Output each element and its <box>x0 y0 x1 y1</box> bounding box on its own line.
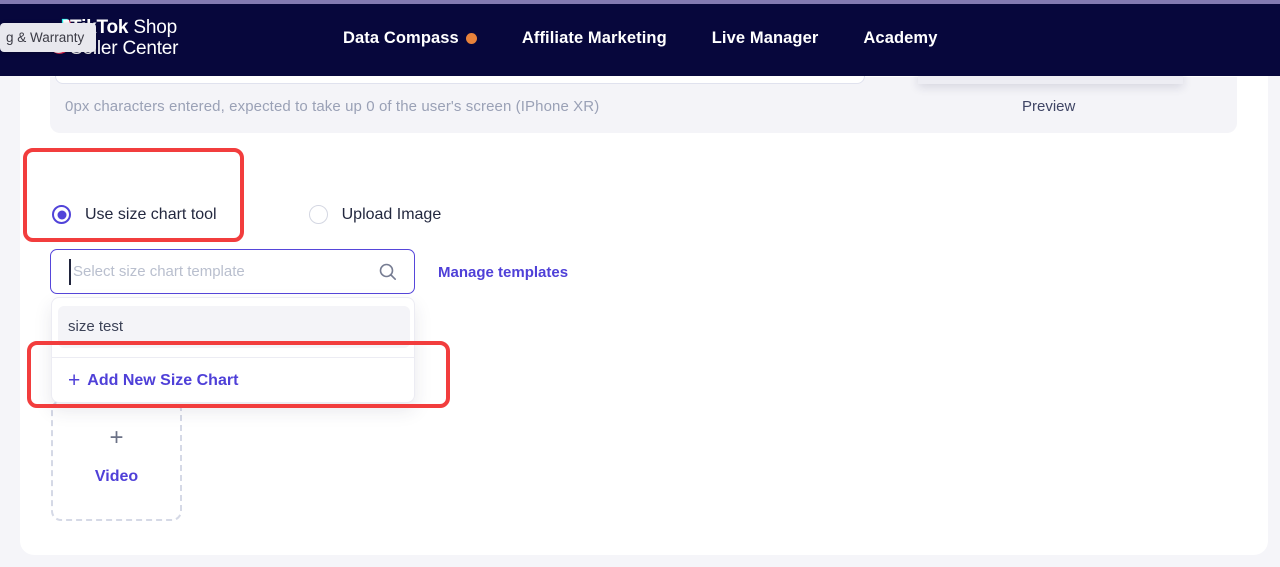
page: 0px characters entered, expected to take… <box>0 0 1280 567</box>
radio-label-use-size-chart-tool[interactable]: Use size chart tool <box>85 206 217 224</box>
plus-icon: + <box>68 370 80 391</box>
editor-status-bar: 0px characters entered, expected to take… <box>50 77 1237 133</box>
character-count-message: 0px characters entered, expected to take… <box>65 98 599 115</box>
search-icon <box>379 263 397 281</box>
nav-item-data-compass[interactable]: Data Compass <box>343 29 477 48</box>
preview-button[interactable]: Preview <box>1022 98 1075 115</box>
top-navigation-bar: TikTok Shop Seller Center Data Compass A… <box>0 0 1280 76</box>
sidebar-tooltip-warranty: g & Warranty <box>0 23 96 52</box>
add-new-size-chart-button[interactable]: + Add New Size Chart <box>68 358 238 404</box>
size-chart-template-select[interactable]: Select size chart template <box>50 249 415 294</box>
dropdown-option-size-test[interactable]: size test <box>58 306 410 348</box>
plus-icon: + <box>53 426 180 450</box>
size-chart-radio-group: Use size chart tool Upload Image <box>52 205 441 224</box>
video-upload-label: Video <box>53 468 180 486</box>
select-placeholder: Select size chart template <box>73 263 245 280</box>
main-nav: Data Compass Affiliate Marketing Live Ma… <box>343 0 937 76</box>
manage-templates-link[interactable]: Manage templates <box>438 264 568 281</box>
notification-dot-icon <box>466 33 477 44</box>
nav-item-affiliate-marketing[interactable]: Affiliate Marketing <box>522 29 667 48</box>
template-dropdown: size test + Add New Size Chart <box>51 297 415 403</box>
nav-item-academy[interactable]: Academy <box>863 29 937 48</box>
text-caret <box>69 259 71 285</box>
video-upload-box[interactable]: + Video <box>51 400 182 521</box>
nav-item-live-manager[interactable]: Live Manager <box>712 29 819 48</box>
radio-use-size-chart-tool[interactable] <box>52 205 71 224</box>
radio-upload-image[interactable] <box>309 205 328 224</box>
radio-label-upload-image[interactable]: Upload Image <box>342 206 442 224</box>
add-new-size-chart-label: Add New Size Chart <box>87 372 238 390</box>
